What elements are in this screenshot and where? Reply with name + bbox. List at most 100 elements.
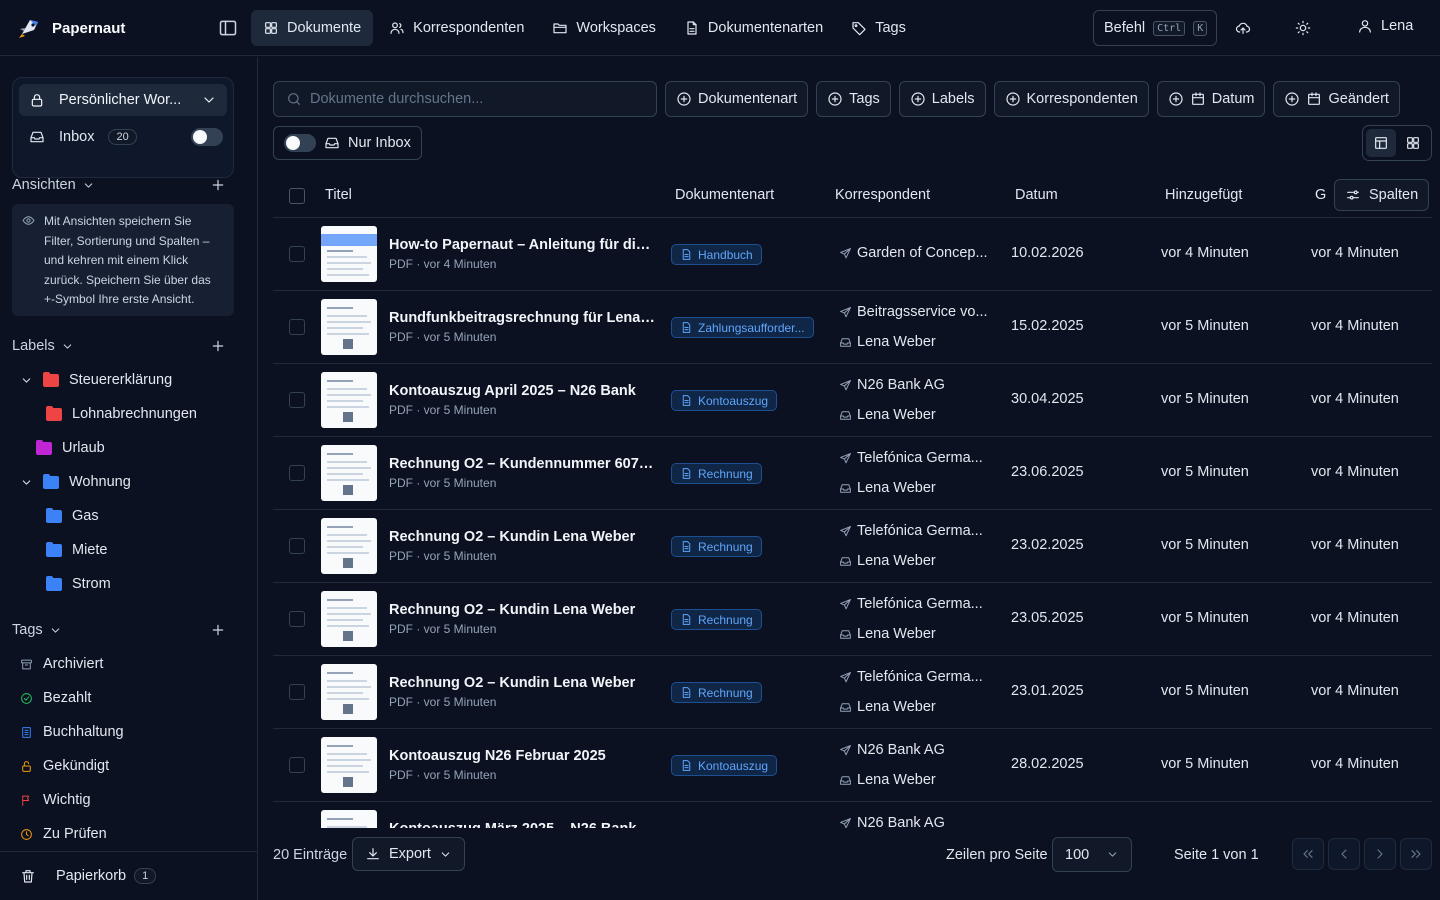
correspondent-recipient[interactable]: Lena Weber <box>839 772 936 788</box>
document-title[interactable]: Rechnung O2 – Kundin Lena Weber <box>389 602 655 618</box>
document-type-badge[interactable]: Kontoauszug <box>671 755 778 776</box>
add-view-icon[interactable] <box>210 177 226 193</box>
document-title[interactable]: Rechnung O2 – Kundennummer 60740... <box>389 456 655 472</box>
document-thumbnail[interactable] <box>321 518 377 574</box>
table-row[interactable]: Rundfunkbeitragsrechnung für Lena Weber P… <box>273 291 1432 364</box>
document-title[interactable]: Kontoauszug N26 Februar 2025 <box>389 748 655 764</box>
filter-dokumentenart[interactable]: Dokumentenart <box>665 81 809 117</box>
row-checkbox[interactable] <box>289 684 305 700</box>
document-type-badge[interactable]: Rechnung <box>671 536 762 557</box>
correspondent-sender[interactable]: N26 Bank AG <box>839 377 945 393</box>
brand[interactable]: Papernaut <box>16 14 125 42</box>
table-row[interactable]: Rechnung O2 – Kundennummer 60740... PDF ·… <box>273 437 1432 510</box>
correspondent-recipient[interactable]: Lena Weber <box>839 553 936 569</box>
add-label-icon[interactable] <box>210 338 226 354</box>
row-checkbox[interactable] <box>289 757 305 773</box>
first-page-button[interactable] <box>1292 838 1324 870</box>
row-checkbox[interactable] <box>289 319 305 335</box>
label-item-lohnabrechnungen[interactable]: Lohnabrechnungen <box>46 404 197 424</box>
inbox-toggle[interactable] <box>191 128 223 146</box>
only-inbox-switch[interactable] <box>284 134 316 152</box>
table-row[interactable]: Rechnung O2 – Kundin Lena Weber PDF · vor… <box>273 656 1432 729</box>
document-thumbnail[interactable] <box>321 737 377 793</box>
document-thumbnail[interactable] <box>321 299 377 355</box>
document-title[interactable]: Rechnung O2 – Kundin Lena Weber <box>389 529 655 545</box>
table-row[interactable]: Kontoauszug März 2025 – N26 Bank AGPDF ·… <box>273 802 1432 828</box>
document-thumbnail[interactable] <box>321 810 377 828</box>
trash-item[interactable]: Papierkorb 1 <box>0 851 258 900</box>
correspondent-recipient[interactable]: Lena Weber <box>839 480 936 496</box>
col-titel[interactable]: Titel <box>325 187 352 203</box>
correspondent-sender[interactable]: N26 Bank AG <box>839 742 945 758</box>
grid-view-button[interactable] <box>1398 129 1428 157</box>
document-thumbnail[interactable] <box>321 591 377 647</box>
nav-dokumente[interactable]: Dokumente <box>251 10 374 46</box>
label-item-wohnung[interactable]: Wohnung <box>20 472 131 492</box>
rows-per-page-select[interactable]: 100 <box>1052 837 1132 872</box>
document-title[interactable]: How-to Papernaut – Anleitung für die Nut… <box>389 237 655 253</box>
table-row[interactable]: Rechnung O2 – Kundin Lena Weber PDF · vor… <box>273 583 1432 656</box>
sun-icon[interactable] <box>1295 20 1311 36</box>
table-row[interactable]: How-to Papernaut – Anleitung für die Nut… <box>273 218 1432 291</box>
label-item-gas[interactable]: Gas <box>46 506 99 526</box>
prev-page-button[interactable] <box>1328 838 1360 870</box>
document-thumbnail[interactable] <box>321 445 377 501</box>
label-item-urlaub[interactable]: Urlaub <box>36 438 105 458</box>
label-item-steuererklaerung[interactable]: Steuererklärung <box>20 370 172 390</box>
correspondent-sender[interactable]: N26 Bank AG <box>839 815 945 828</box>
label-item-strom[interactable]: Strom <box>46 574 111 594</box>
command-palette-button[interactable]: Befehl Ctrl K <box>1093 10 1217 46</box>
row-checkbox[interactable] <box>289 246 305 262</box>
chevron-down-icon[interactable] <box>20 374 33 387</box>
document-title[interactable]: Rechnung O2 – Kundin Lena Weber <box>389 675 655 691</box>
row-checkbox[interactable] <box>289 465 305 481</box>
correspondent-recipient[interactable]: Lena Weber <box>839 407 936 423</box>
col-geaendert[interactable]: G <box>1315 187 1326 203</box>
col-hinzugefuegt[interactable]: Hinzugefügt <box>1165 187 1242 203</box>
document-title[interactable]: Kontoauszug April 2025 – N26 Bank <box>389 383 655 399</box>
tags-section-header[interactable]: Tags <box>12 622 226 638</box>
nav-dokumentenarten[interactable]: Dokumentenarten <box>672 10 835 46</box>
col-korrespondent[interactable]: Korrespondent <box>835 187 930 203</box>
filter-korrespondenten[interactable]: Korrespondenten <box>993 81 1149 117</box>
filter-labels[interactable]: Labels <box>898 81 986 117</box>
nav-workspaces[interactable]: Workspaces <box>540 10 668 46</box>
table-row[interactable]: Kontoauszug April 2025 – N26 Bank PDF · v… <box>273 364 1432 437</box>
tag-item-buchhaltung[interactable]: Buchhaltung <box>20 722 124 742</box>
correspondent-sender[interactable]: Telefónica Germa... <box>839 596 983 612</box>
tag-item-gekuendigt[interactable]: Gekündigt <box>20 756 109 776</box>
correspondent-sender[interactable]: Garden of Concep... <box>839 245 988 261</box>
add-tag-icon[interactable] <box>210 622 226 638</box>
document-type-badge[interactable]: Rechnung <box>671 682 762 703</box>
table-row[interactable]: Rechnung O2 – Kundin Lena Weber PDF · vor… <box>273 510 1432 583</box>
sidebar-toggle-icon[interactable] <box>218 18 238 38</box>
correspondent-sender[interactable]: Telefónica Germa... <box>839 669 983 685</box>
document-type-badge[interactable]: Rechnung <box>671 609 762 630</box>
document-title[interactable]: Rundfunkbeitragsrechnung für Lena Weber <box>389 310 655 326</box>
col-dokumentenart[interactable]: Dokumentenart <box>675 187 774 203</box>
columns-button[interactable]: Spalten <box>1334 179 1430 211</box>
row-checkbox[interactable] <box>289 538 305 554</box>
label-item-miete[interactable]: Miete <box>46 540 107 560</box>
document-type-badge[interactable]: Kontoauszug <box>671 390 778 411</box>
filter-tags[interactable]: Tags <box>816 81 891 117</box>
views-section-header[interactable]: Ansichten <box>12 177 226 193</box>
next-page-button[interactable] <box>1364 838 1396 870</box>
tag-item-archiviert[interactable]: Archiviert <box>20 654 103 674</box>
document-title[interactable]: Kontoauszug März 2025 – N26 Bank AG <box>389 821 655 828</box>
correspondent-recipient[interactable]: Lena Weber <box>839 334 936 350</box>
table-row[interactable]: Kontoauszug N26 Februar 2025 PDF · vor 5 … <box>273 729 1432 802</box>
correspondent-sender[interactable]: Telefónica Germa... <box>839 523 983 539</box>
document-thumbnail[interactable] <box>321 372 377 428</box>
nav-tags[interactable]: Tags <box>839 10 918 46</box>
tag-item-zu-pruefen[interactable]: Zu Prüfen <box>20 824 107 844</box>
workspace-select[interactable]: Persönlicher Wor... <box>19 84 227 116</box>
select-all-checkbox[interactable] <box>289 188 305 204</box>
tag-item-bezahlt[interactable]: Bezahlt <box>20 688 91 708</box>
tag-item-wichtig[interactable]: Wichtig <box>20 790 91 810</box>
correspondent-sender[interactable]: Telefónica Germa... <box>839 450 983 466</box>
last-page-button[interactable] <box>1400 838 1432 870</box>
document-type-badge[interactable]: Zahlungsaufforder... <box>671 317 814 338</box>
labels-section-header[interactable]: Labels <box>12 338 226 354</box>
correspondent-sender[interactable]: Beitragsservice vo... <box>839 304 988 320</box>
